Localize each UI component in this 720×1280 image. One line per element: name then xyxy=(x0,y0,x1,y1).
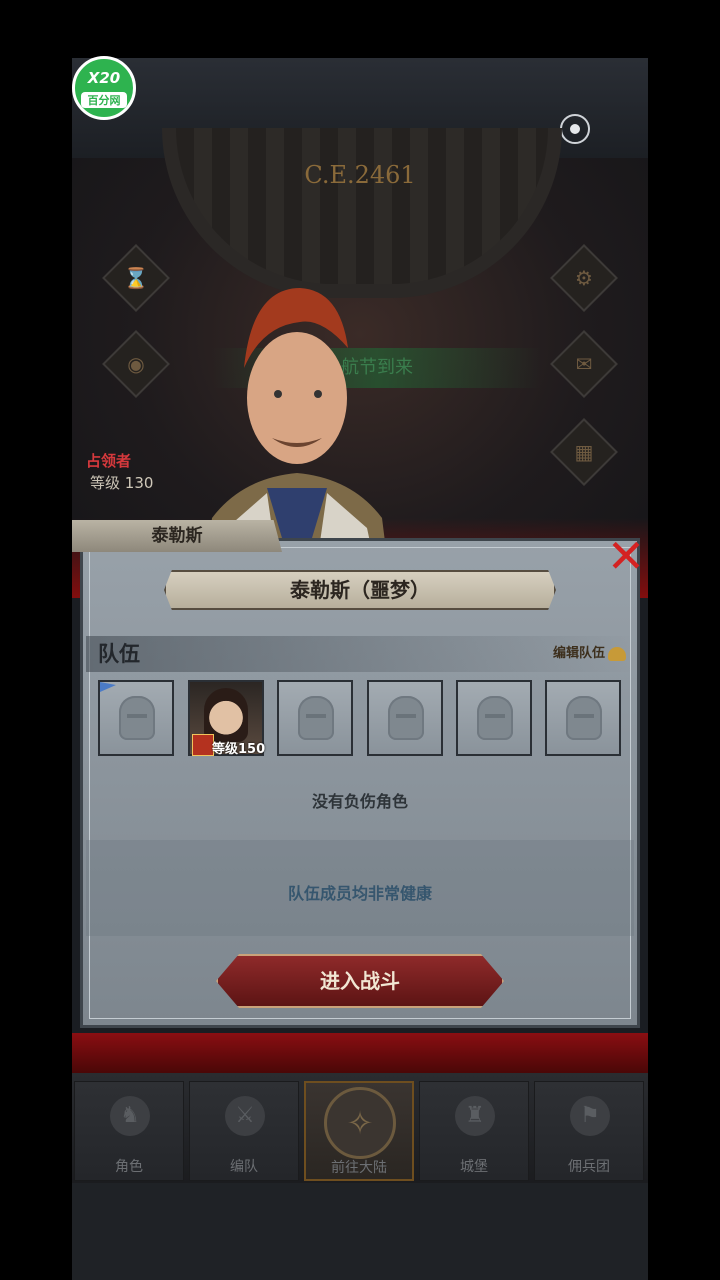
bottom-area xyxy=(72,1183,648,1280)
bottom-nav: ♞ 角色 ⚔ 编队 ✧ 前往大陆 ♜ 城堡 ⚑ 佣兵团 xyxy=(72,1073,648,1183)
nav-castle[interactable]: ♜ 城堡 xyxy=(419,1081,529,1181)
leader-flag-icon xyxy=(100,682,116,692)
nav-formation[interactable]: ⚔ 编队 xyxy=(189,1081,299,1181)
helmet-placeholder-icon xyxy=(388,696,424,740)
calendar-year: C.E.2461 xyxy=(304,161,416,189)
enter-battle-button[interactable]: 进入战斗 xyxy=(216,954,504,1008)
squad-icon: ⚔ xyxy=(225,1096,265,1136)
team-slot-empty[interactable] xyxy=(545,680,621,756)
red-divider xyxy=(72,1033,648,1073)
castle-icon: ♜ xyxy=(455,1096,495,1136)
record-button[interactable] xyxy=(560,114,590,144)
helmet-placeholder-icon xyxy=(119,696,155,740)
helmet-placeholder-icon xyxy=(298,696,334,740)
injured-status: 没有负伤角色 xyxy=(311,792,408,811)
nav-label: 编队 xyxy=(230,1159,258,1175)
helmet-placeholder-icon xyxy=(566,696,602,740)
occupier-level-label: 等级 xyxy=(90,474,121,492)
nav-label: 角色 xyxy=(115,1159,143,1175)
team-slot-hero[interactable]: 等级150 xyxy=(188,680,266,757)
class-badge-icon xyxy=(192,734,214,756)
game-screen: C.E.2461 ⌛ ◉ ⚙ ✉ ▦ 航节到来 占领者 等级 130 泰勒斯 ✕… xyxy=(72,58,648,1280)
edit-team-label: 编辑队伍 xyxy=(552,646,605,661)
team-label: 队伍 xyxy=(98,642,140,666)
site-watermark-logo: X20 百分网 xyxy=(72,56,136,120)
occupier-level-value: 130 xyxy=(124,474,154,492)
add-members-icon xyxy=(608,646,626,661)
compass-icon: ✧ xyxy=(324,1087,396,1159)
team-slot-empty[interactable] xyxy=(98,680,174,756)
health-status: 队伍成员均非常健康 xyxy=(287,884,432,903)
team-slot-empty[interactable] xyxy=(456,680,532,756)
calendar-wheel xyxy=(162,128,562,298)
occupier-level: 等级 130 xyxy=(90,472,153,493)
nav-continent[interactable]: ✧ 前往大陆 xyxy=(304,1081,414,1181)
nav-label: 佣兵团 xyxy=(568,1159,610,1175)
team-header: 队伍 编辑队伍 xyxy=(86,636,634,672)
knight-icon: ♞ xyxy=(110,1096,150,1136)
team-slot-empty[interactable] xyxy=(367,680,443,756)
edit-team-button[interactable]: 编辑队伍 xyxy=(553,636,626,672)
mercenary-icon: ⚑ xyxy=(570,1096,610,1136)
nav-label: 城堡 xyxy=(460,1159,488,1175)
nav-characters[interactable]: ♞ 角色 xyxy=(74,1081,184,1181)
hero-level: 等级150 xyxy=(212,742,266,757)
close-icon[interactable]: ✕ xyxy=(604,533,648,579)
panel-title: 泰勒斯（噩梦） xyxy=(164,570,556,610)
occupier-label: 占领者 xyxy=(86,452,132,470)
helmet-placeholder-icon xyxy=(477,696,513,740)
enemy-name-tab: 泰勒斯 xyxy=(72,520,282,552)
nav-label: 前往大陆 xyxy=(331,1160,387,1176)
team-slot-empty[interactable] xyxy=(277,680,353,756)
nav-mercenaries[interactable]: ⚑ 佣兵团 xyxy=(534,1081,644,1181)
panel-frame xyxy=(89,547,631,1019)
